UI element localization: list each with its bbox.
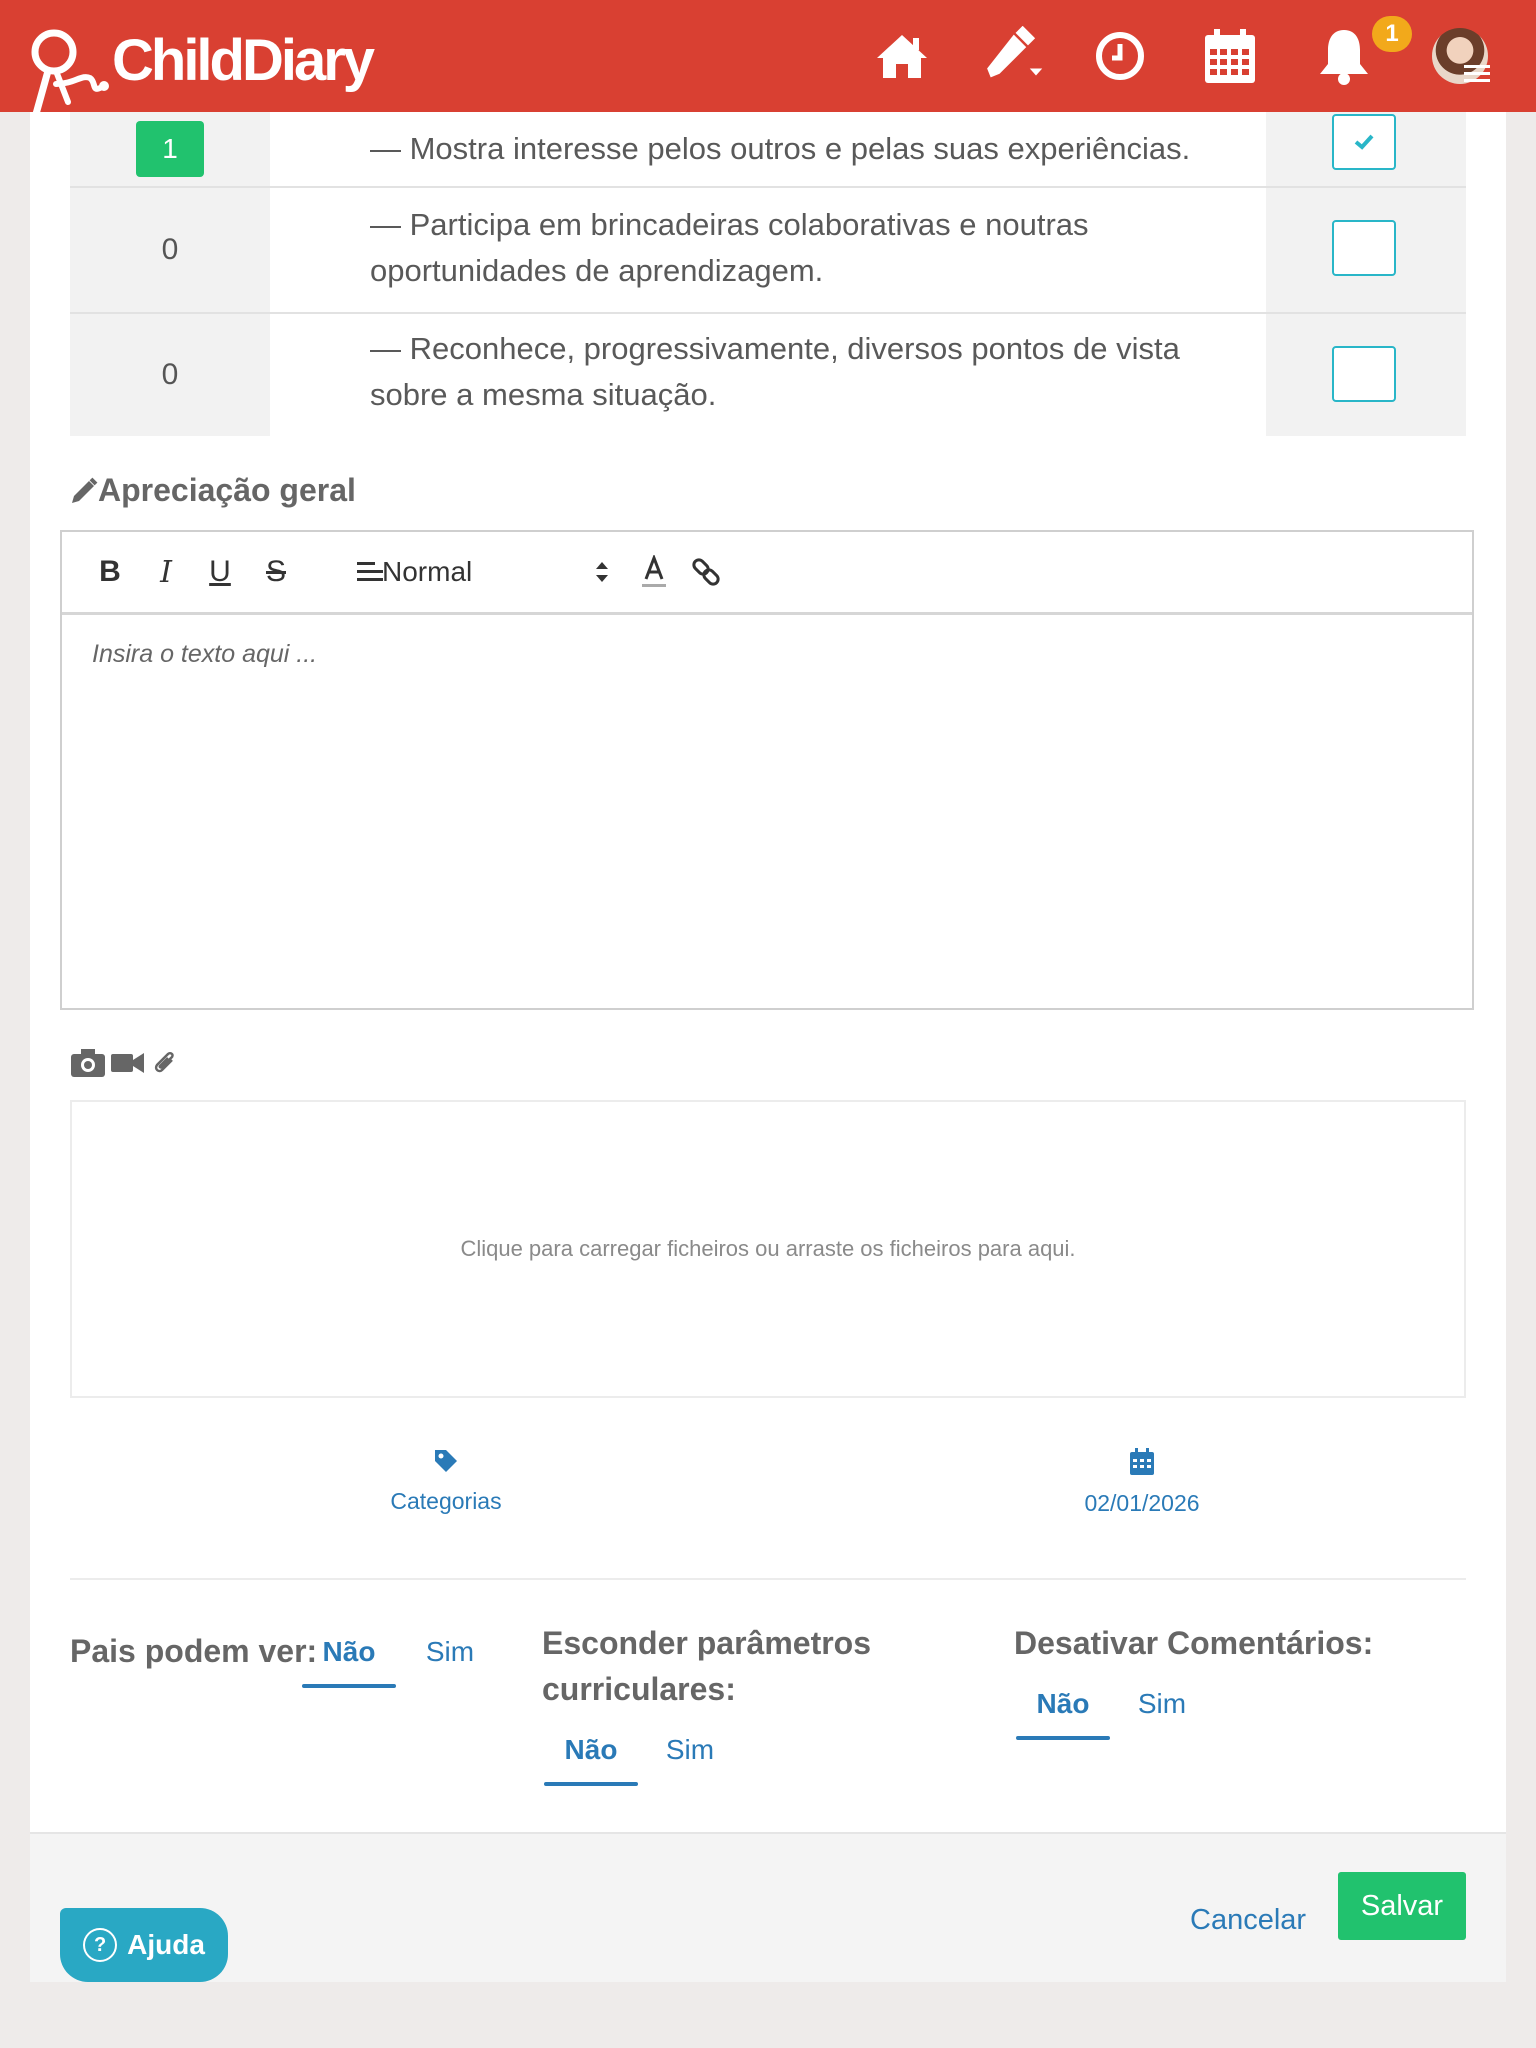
criteria-count-badge: 1 xyxy=(136,121,204,177)
criteria-check-cell xyxy=(1266,188,1466,312)
section-title: Apreciação geral xyxy=(70,472,356,509)
selected-indicator xyxy=(302,1684,396,1688)
help-button[interactable]: ? Ajuda xyxy=(60,1908,228,1982)
logo-text: ChildDiary xyxy=(112,28,375,93)
selected-indicator xyxy=(1016,1736,1110,1740)
italic-button[interactable]: I xyxy=(148,554,184,590)
strikethrough-button[interactable]: S xyxy=(258,554,294,590)
hide-params-no[interactable]: Não xyxy=(544,1734,638,1766)
tag-icon xyxy=(435,1450,457,1472)
criteria-checkbox[interactable] xyxy=(1332,346,1396,402)
hide-params-label-line2: curriculares: xyxy=(542,1671,736,1707)
disable-comments-yes[interactable]: Sim xyxy=(1122,1688,1202,1720)
editor-toolbar: B I U S Normal xyxy=(62,532,1472,615)
criteria-text: — Mostra interesse pelos outros e pelas … xyxy=(370,131,1191,166)
video-icon[interactable] xyxy=(110,1048,146,1078)
section-title-text: Apreciação geral xyxy=(98,472,356,508)
logo[interactable]: ChildDiary xyxy=(26,26,375,116)
editor-input[interactable]: Insira o texto aqui ... xyxy=(92,640,317,669)
hide-params-label-line1: Esconder parâmetros xyxy=(542,1625,872,1661)
date-value: 02/01/2026 xyxy=(1084,1490,1200,1516)
underline-button[interactable]: U xyxy=(202,554,238,590)
text-color-icon[interactable] xyxy=(636,554,672,590)
cancel-button[interactable]: Cancelar xyxy=(1190,1904,1306,1937)
categories-button[interactable]: Categorias xyxy=(346,1448,546,1515)
file-dropzone[interactable]: Clique para carregar ficheiros ou arrast… xyxy=(70,1100,1466,1398)
hide-params-label: Esconder parâmetros curriculares: xyxy=(542,1620,871,1712)
criteria-check-cell xyxy=(1266,314,1466,436)
parents-can-see-label: Pais podem ver: xyxy=(70,1633,318,1669)
help-label: Ajuda xyxy=(127,1929,205,1960)
bold-button[interactable]: B xyxy=(92,554,128,590)
selected-indicator xyxy=(544,1782,638,1786)
observation-form: 1 — Mostra interesse pelos outros e pela… xyxy=(30,112,1506,1982)
rich-text-editor: B I U S Normal Insira o texto aqui ... xyxy=(60,530,1474,1010)
notification-badge: 1 xyxy=(1372,16,1412,52)
pencil-dropdown-icon[interactable] xyxy=(980,24,1044,88)
paperclip-icon[interactable] xyxy=(150,1048,180,1078)
row-divider xyxy=(70,186,1466,188)
disable-comments-no[interactable]: Não xyxy=(1016,1688,1110,1720)
criteria-count-cell: 1 xyxy=(70,112,270,186)
hide-params-yes[interactable]: Sim xyxy=(650,1734,730,1766)
select-arrows-icon[interactable] xyxy=(590,554,614,590)
parents-can-see-yes[interactable]: Sim xyxy=(410,1636,490,1668)
font-size-value: Normal xyxy=(382,556,473,587)
criteria-count-cell: 0 xyxy=(70,314,270,436)
criteria-check-cell xyxy=(1266,112,1466,186)
link-icon[interactable] xyxy=(688,554,724,590)
home-icon[interactable] xyxy=(870,24,934,88)
question-icon: ? xyxy=(83,1928,118,1962)
calendar-icon xyxy=(1130,1448,1154,1475)
check-icon xyxy=(1354,134,1374,150)
divider xyxy=(70,1578,1466,1580)
categories-label: Categorias xyxy=(390,1488,502,1514)
disable-comments-label: Desativar Comentários: xyxy=(1014,1625,1374,1661)
row-divider xyxy=(70,312,1466,314)
criteria-text: — Reconhece, progressivamente, diversos … xyxy=(370,331,1180,412)
clock-icon[interactable] xyxy=(1088,24,1152,88)
criteria-text: — Participa em brincadeiras colaborativa… xyxy=(370,207,1089,288)
save-button[interactable]: Salvar xyxy=(1338,1872,1466,1940)
criteria-checkbox[interactable] xyxy=(1332,220,1396,276)
criteria-count-cell: 0 xyxy=(70,188,270,312)
bell-icon[interactable] xyxy=(1312,24,1376,88)
camera-icon[interactable] xyxy=(70,1048,106,1078)
logo-mark-icon xyxy=(31,29,109,116)
media-icons xyxy=(70,1048,180,1078)
top-navbar: ChildDiary 1 xyxy=(0,0,1536,116)
calendar-icon[interactable] xyxy=(1198,24,1262,88)
criteria-checkbox[interactable] xyxy=(1332,114,1396,170)
pencil-icon xyxy=(72,477,98,503)
date-picker[interactable]: 02/01/2026 xyxy=(1042,1448,1242,1517)
parents-can-see-no[interactable]: Não xyxy=(302,1636,396,1668)
menu-icon[interactable] xyxy=(1464,62,1490,84)
font-size-select[interactable]: Normal xyxy=(382,554,552,590)
